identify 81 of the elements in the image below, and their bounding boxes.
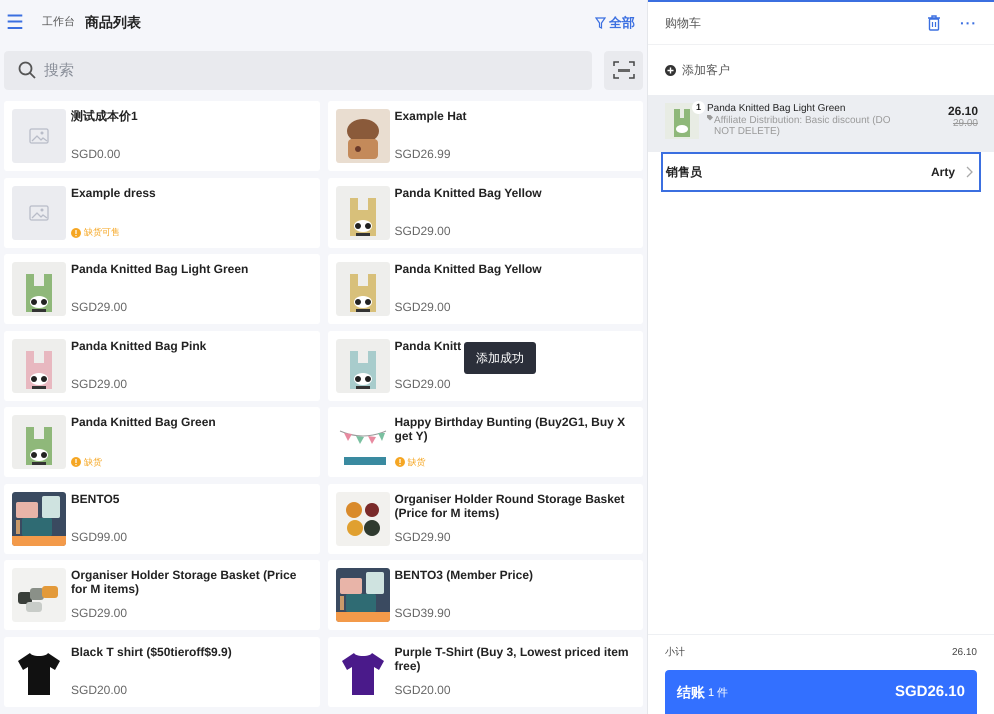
product-card[interactable]: Panda Knitted Bag Yellow SGD29.00	[328, 178, 643, 248]
product-card[interactable]: Panda Knitted Bag Light Green SGD29.00	[4, 254, 320, 324]
search-field[interactable]: 搜索	[4, 50, 592, 90]
product-name: BENTO3 (Member Price)	[394, 568, 533, 582]
product-card[interactable]: Panda Knitted Bag Yellow SGD29.00	[328, 254, 643, 324]
product-card[interactable]: 测试成本价1 SGD0.00	[4, 101, 320, 171]
product-price: SGD29.00	[394, 299, 452, 316]
product-price: SGD39.90	[394, 605, 452, 622]
product-price: SGD29.90	[394, 528, 452, 546]
product-name: Black T shirt ($50tieroff$9.9)	[71, 644, 232, 658]
product-name: Panda Knitt	[394, 338, 462, 352]
product-name: Panda Knitted Bag Green	[71, 415, 216, 429]
product-price: SGD99.00	[71, 528, 128, 546]
toast-message: 添加成功	[464, 342, 536, 374]
product-card[interactable]: BENTO5 SGD99.00	[4, 484, 320, 554]
product-price: SGD29.00	[394, 222, 452, 240]
breadcrumb[interactable]: 工作台	[42, 14, 75, 31]
product-name: Panda Knitted Bag Light Green	[71, 262, 248, 276]
original-price: 29.00	[952, 118, 978, 130]
add-customer-button[interactable]: 添加客户	[648, 45, 994, 95]
warning-icon	[71, 228, 81, 238]
product-card[interactable]: Black T shirt ($50tieroff$9.9) SGD20.00	[4, 636, 320, 706]
salesperson-row[interactable]: 销售员 Arty	[661, 152, 981, 192]
salesperson-label: 销售员	[666, 164, 702, 181]
stock-status: 缺货可售	[84, 226, 120, 239]
product-name: 测试成本价1	[71, 109, 138, 123]
product-price: SGD29.00	[71, 605, 128, 622]
product-price: SGD29.00	[71, 299, 128, 316]
product-name: BENTO5	[71, 492, 120, 506]
stock-status: 缺货	[408, 456, 426, 468]
subtotal-value: 26.10	[952, 646, 977, 660]
product-price: SGD0.00	[71, 146, 122, 163]
chevron-right-icon	[965, 166, 973, 178]
cart-item-price: 26.10	[948, 104, 978, 118]
scan-icon	[612, 61, 634, 79]
more-button[interactable]: ···	[960, 16, 977, 30]
delete-button[interactable]	[927, 15, 941, 31]
plus-icon	[665, 64, 676, 76]
product-name: Panda Knitted Bag Yellow	[394, 186, 542, 200]
page-title: 商品列表	[85, 13, 141, 32]
product-card[interactable]: Panda Knitted Bag Pink SGD29.00	[4, 330, 320, 400]
product-name: Panda Knitted Bag Yellow	[394, 262, 542, 276]
product-name: Panda Knitted Bag Pink	[71, 338, 206, 352]
product-price: SGD20.00	[394, 682, 452, 698]
product-price: SGD29.00	[71, 376, 128, 392]
product-card[interactable]: Happy Birthday Bunting (Buy2G1, Buy X get Y) 缺货	[328, 407, 643, 477]
product-name: Organiser Holder Round Storage Basket (Price for M items)	[394, 492, 626, 520]
search-icon	[18, 60, 36, 78]
warning-icon	[394, 457, 404, 468]
discount-text: Affiliate Distribution: Basic discount (DO NOT DELETE)	[714, 115, 892, 137]
product-card[interactable]: Example Hat SGD26.99	[328, 101, 643, 171]
filter-icon	[595, 16, 606, 28]
salesperson-name: Arty	[930, 164, 955, 181]
product-card[interactable]: Purple T-Shirt (Buy 3, Lowest priced item free) SGD20.00	[328, 636, 643, 706]
product-price: SGD29.00	[394, 376, 452, 392]
product-price: SGD26.99	[394, 146, 452, 163]
cart-item-name: Panda Knitted Bag Light Green	[707, 103, 846, 115]
product-name: Purple T-Shirt (Buy 3, Lowest priced item free)	[394, 644, 630, 672]
product-name: Example dress	[71, 186, 156, 200]
checkout-button[interactable]: 结账 1 件 SGD26.10	[665, 670, 977, 714]
product-card[interactable]: BENTO3 (Member Price) SGD39.90	[328, 560, 643, 630]
image-placeholder-icon	[29, 128, 49, 144]
product-name: Happy Birthday Bunting (Buy2G1, Buy X get Y)	[394, 415, 626, 443]
product-name: Example Hat	[394, 109, 467, 123]
scan-button[interactable]	[604, 50, 643, 90]
tag-icon	[707, 115, 713, 121]
stock-status: 缺货	[84, 456, 102, 468]
product-card[interactable]: Organiser Holder Storage Basket (Price for M items) SGD29.00	[4, 560, 320, 630]
cart-item[interactable]: 1 Panda Knitted Bag Light Green Affiliate Distribution: Basic discount (DO NOT DELETE) 26.10 29.00	[648, 95, 994, 152]
subtotal-label: 小计	[665, 646, 685, 660]
quantity-badge: 1	[692, 101, 705, 114]
product-name: Organiser Holder Storage Basket (Price for M items)	[71, 568, 298, 596]
filter-button[interactable]: 全部	[595, 12, 635, 32]
warning-icon	[71, 457, 81, 468]
product-price: SGD20.00	[71, 682, 128, 698]
image-placeholder-icon	[29, 204, 49, 220]
product-card[interactable]: Panda Knitted Bag Green 缺货	[4, 407, 320, 477]
cart-title: 购物车	[665, 15, 701, 32]
product-card[interactable]: Example dress 缺货可售	[4, 178, 320, 248]
product-card[interactable]: Organiser Holder Round Storage Basket (Price for M items) SGD29.90	[328, 484, 643, 554]
menu-icon[interactable]: ☰	[6, 12, 24, 32]
